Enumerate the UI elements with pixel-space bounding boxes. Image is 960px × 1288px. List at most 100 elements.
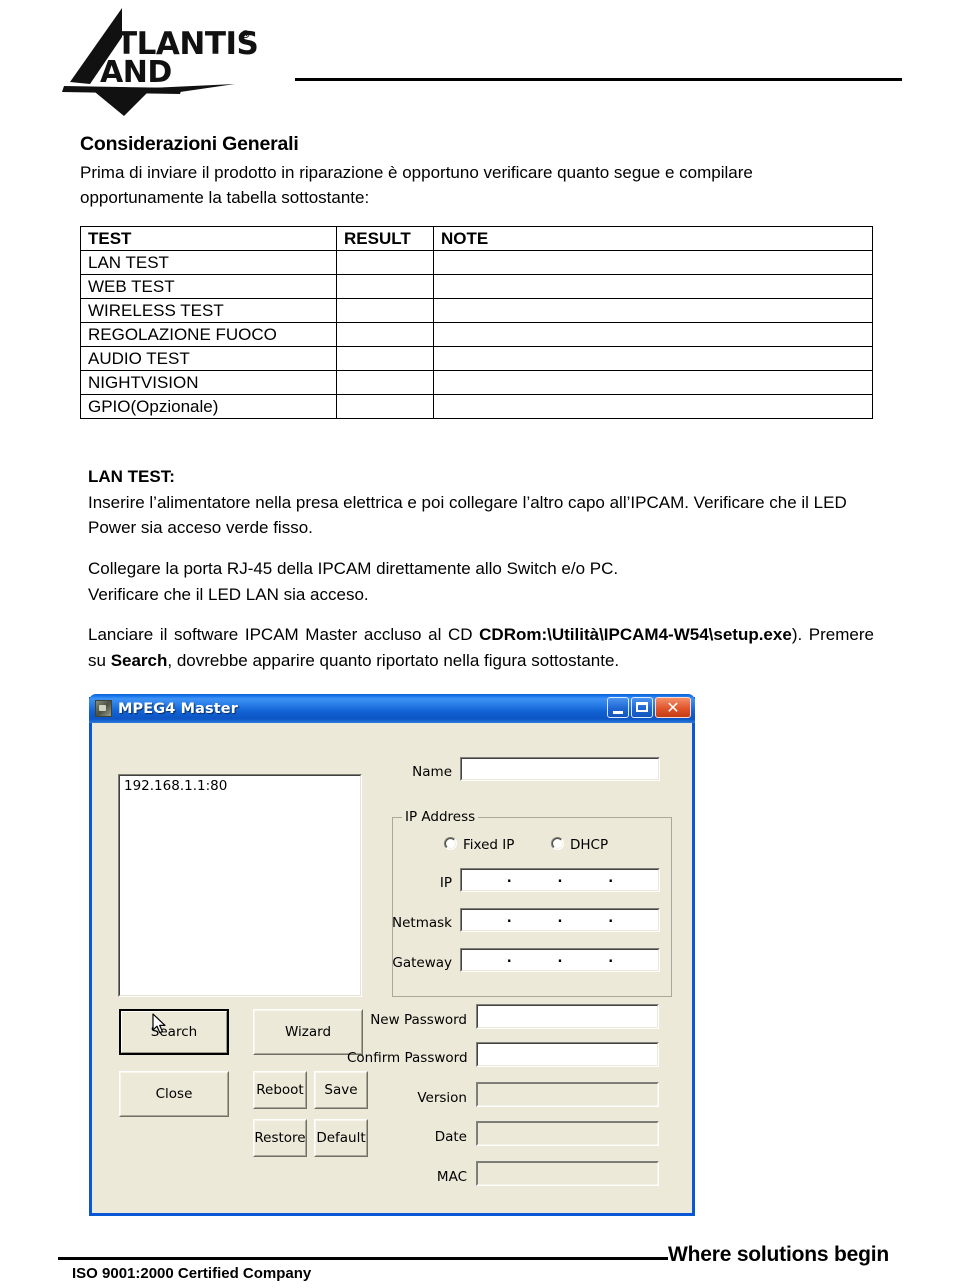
reboot-button[interactable]: Reboot	[253, 1071, 307, 1109]
footer-divider	[58, 1257, 668, 1260]
window-client-area: 192.168.1.1:80 Name IP Address Fixed IP …	[92, 723, 692, 1210]
lan-test-paragraph: LAN TEST: Inserire l’alimentatore nella …	[88, 464, 874, 541]
save-button-label: Save	[315, 1072, 367, 1108]
window-titlebar[interactable]: MPEG4 Master ✕	[89, 694, 695, 723]
cell-test: REGOLAZIONE FUOCO	[80, 322, 337, 347]
default-button-label: Default	[315, 1120, 367, 1156]
mpeg4-master-window[interactable]: MPEG4 Master ✕ 192.168.1.1:80 Name IP Ad…	[89, 694, 695, 1216]
svg-text:®: ®	[240, 28, 251, 41]
date-field	[476, 1121, 659, 1146]
reboot-button-label: Reboot	[254, 1072, 306, 1108]
launch-text-3: , dovrebbe apparire quanto riportato nel…	[167, 650, 620, 670]
wizard-button[interactable]: Wizard	[253, 1009, 363, 1055]
save-button[interactable]: Save	[314, 1071, 368, 1109]
table-row: LAN TEST	[80, 250, 873, 275]
svg-text:AND: AND	[100, 55, 172, 90]
cell-test: AUDIO TEST	[80, 346, 337, 371]
confirm-password-input[interactable]	[476, 1042, 659, 1067]
close-button[interactable]: Close	[119, 1071, 229, 1117]
new-password-input[interactable]	[476, 1004, 659, 1029]
cell-note	[433, 370, 873, 395]
ip-label: IP	[439, 875, 452, 891]
radio-fixed-ip[interactable]	[444, 837, 457, 850]
table-row: NIGHTVISION	[80, 370, 873, 395]
search-button[interactable]: Search	[119, 1009, 229, 1055]
page-header: TLANTIS ® AND	[0, 0, 960, 120]
maximize-icon[interactable]	[631, 697, 653, 718]
mouse-cursor-icon	[152, 1013, 168, 1035]
cell-note	[433, 322, 873, 347]
search-keyword: Search	[110, 650, 168, 670]
device-list[interactable]: 192.168.1.1:80	[118, 774, 362, 997]
mac-field	[476, 1161, 659, 1186]
test-checklist-table: TEST RESULT NOTE LAN TEST WEB TEST WIREL…	[80, 226, 873, 419]
lan-test-body: Inserire l’alimentatore nella presa elet…	[88, 492, 847, 538]
ip-input[interactable]: . . .	[460, 868, 660, 892]
table-row: WEB TEST	[80, 274, 873, 299]
cell-result	[336, 250, 434, 275]
list-item[interactable]: 192.168.1.1:80	[120, 776, 360, 795]
close-glyph: ✕	[666, 698, 680, 717]
gateway-input[interactable]: . . .	[460, 948, 660, 972]
restore-button[interactable]: Restore	[253, 1119, 307, 1157]
netmask-input[interactable]: . . .	[460, 908, 660, 932]
cell-result	[336, 274, 434, 299]
camera-icon	[95, 700, 112, 717]
launch-text-1: Lanciare il software IPCAM Master acclus…	[88, 625, 480, 644]
gateway-octet-separators: . . .	[506, 950, 614, 966]
gateway-label: Gateway	[392, 955, 452, 971]
cell-result	[336, 370, 434, 395]
cdrom-path: CDRom:\Utilità\IPCAM4-W54\setup.exe	[479, 625, 792, 644]
cell-note	[433, 250, 873, 275]
name-input[interactable]	[460, 757, 660, 781]
column-header-note: NOTE	[433, 226, 873, 251]
default-button[interactable]: Default	[314, 1119, 368, 1157]
wizard-button-label: Wizard	[254, 1010, 362, 1054]
company-slogan: Where solutions begin	[668, 1243, 889, 1266]
iso-certification-text: ISO 9001:2000 Certified Company	[72, 1265, 312, 1282]
netmask-label: Netmask	[392, 915, 452, 931]
radio-dhcp[interactable]	[551, 837, 564, 850]
cell-test: NIGHTVISION	[80, 370, 337, 395]
dhcp-label: DHCP	[570, 837, 609, 853]
table-row: REGOLAZIONE FUOCO	[80, 322, 873, 347]
cell-result	[336, 298, 434, 323]
window-controls: ✕	[607, 697, 691, 718]
table-row: GPIO(Opzionale)	[80, 394, 873, 419]
cell-test: GPIO(Opzionale)	[80, 394, 337, 419]
fixed-ip-label: Fixed IP	[463, 837, 515, 853]
close-button-label: Close	[120, 1072, 228, 1116]
lan-test-heading: LAN TEST:	[88, 467, 175, 486]
cell-test: WEB TEST	[80, 274, 337, 299]
cell-test: WIRELESS TEST	[80, 298, 337, 323]
cell-result	[336, 346, 434, 371]
minimize-icon[interactable]	[607, 697, 629, 718]
rj45-line-2: Verificare che il LED LAN sia acceso.	[88, 584, 369, 604]
search-button-label: Search	[121, 1011, 227, 1053]
version-field	[476, 1082, 659, 1107]
cell-result	[336, 394, 434, 419]
column-header-result: RESULT	[336, 226, 434, 251]
column-header-test: TEST	[80, 226, 337, 251]
page-title: Considerazioni Generali	[80, 133, 299, 155]
cell-note	[433, 298, 873, 323]
netmask-octet-separators: . . .	[506, 910, 614, 926]
cell-note	[433, 394, 873, 419]
rj45-line-1: Collegare la porta RJ-45 della IPCAM dir…	[88, 559, 619, 578]
launch-software-paragraph: Lanciare il software IPCAM Master acclus…	[88, 622, 874, 673]
rj45-paragraph: Collegare la porta RJ-45 della IPCAM dir…	[88, 556, 874, 607]
cell-test: LAN TEST	[80, 250, 337, 275]
header-divider	[295, 78, 902, 81]
atlantis-land-logo: TLANTIS ® AND	[60, 4, 290, 116]
intro-paragraph: Prima di inviare il prodotto in riparazi…	[80, 163, 753, 207]
ip-octet-separators: . . .	[506, 870, 614, 886]
confirm-password-label: Confirm Password	[347, 1050, 468, 1066]
version-label: Version	[417, 1090, 467, 1106]
table-row: AUDIO TEST	[80, 346, 873, 371]
mac-label: MAC	[436, 1169, 467, 1185]
ip-address-group-label: IP Address	[402, 809, 479, 825]
cell-note	[433, 274, 873, 299]
close-icon[interactable]: ✕	[655, 697, 691, 718]
cell-note	[433, 346, 873, 371]
date-label: Date	[434, 1129, 467, 1145]
